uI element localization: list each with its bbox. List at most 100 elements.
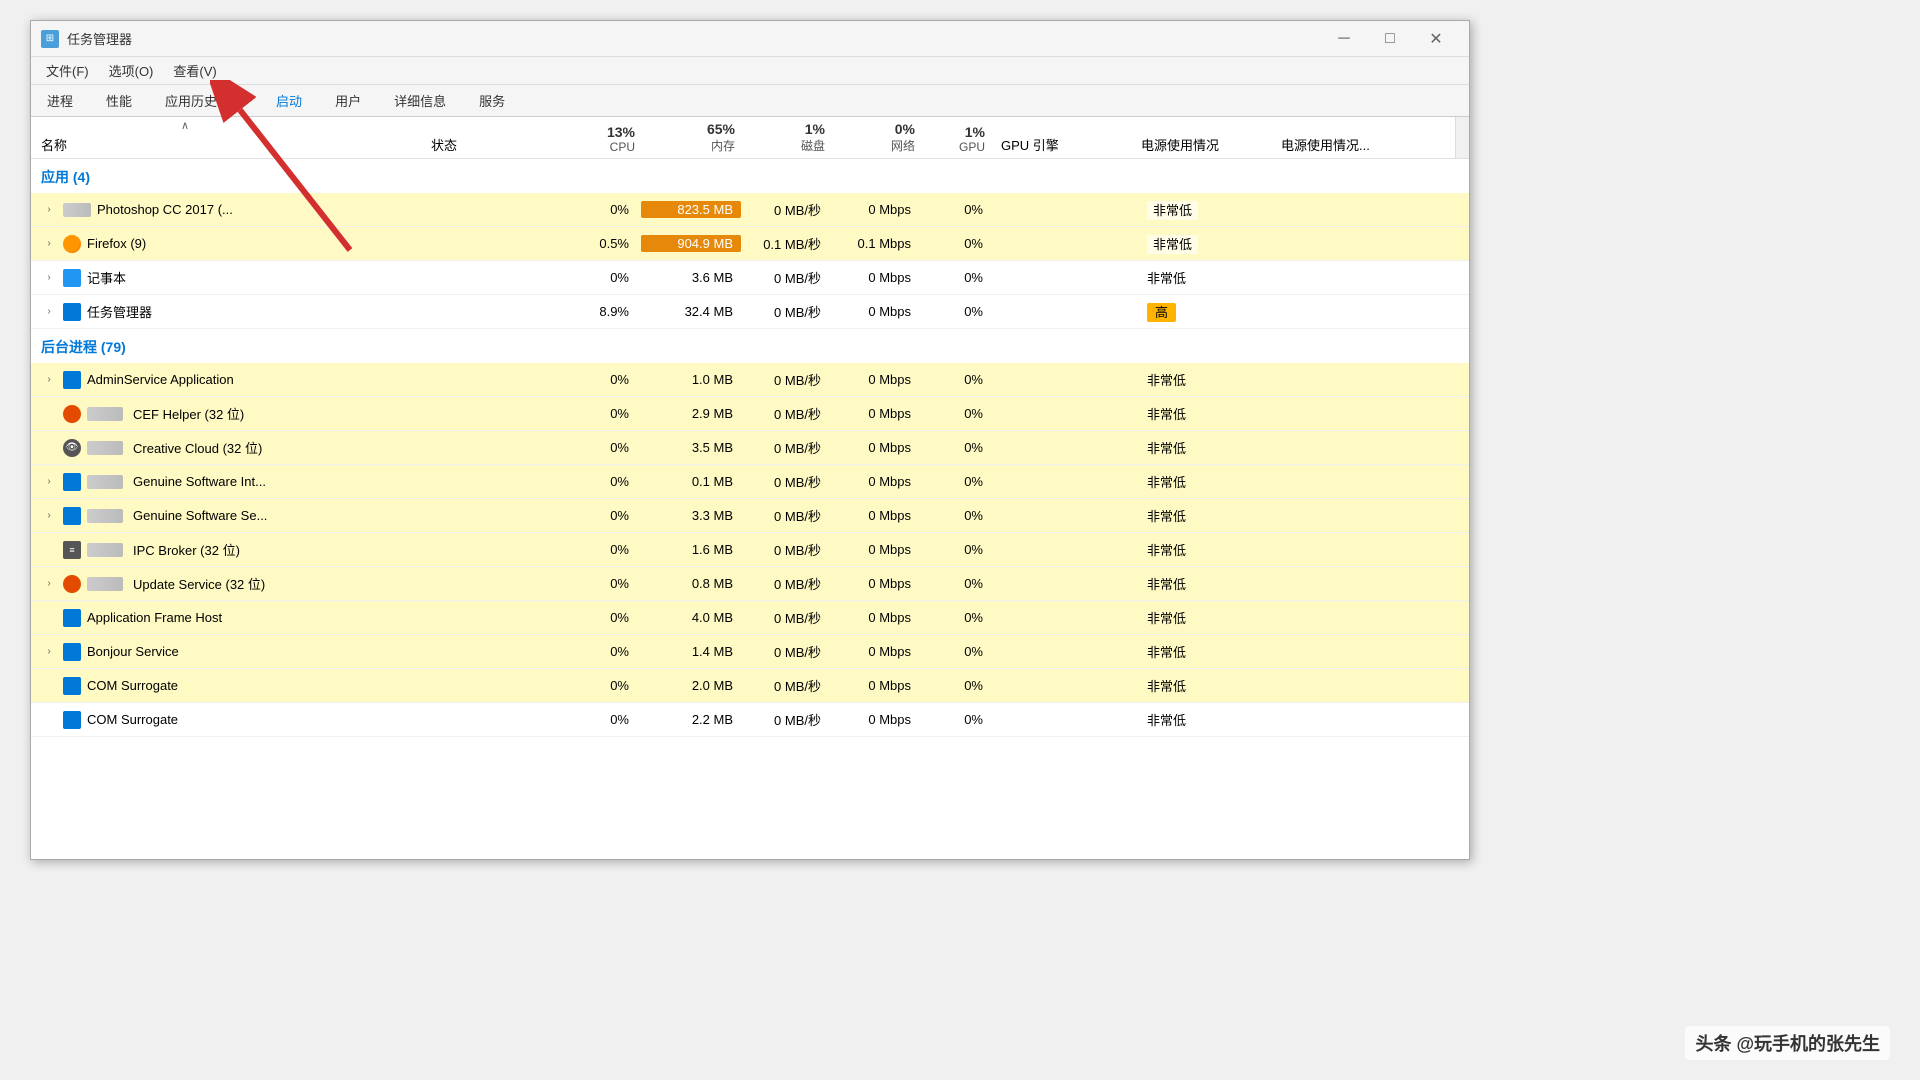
table-row[interactable]: › Photoshop CC 2017 (... 0% 823.5 MB 0 M… <box>31 193 1469 227</box>
row-disk: 0 MB/秒 <box>741 608 831 627</box>
expand-icon[interactable]: › <box>41 508 57 524</box>
table-row[interactable]: Application Frame Host 0% 4.0 MB 0 MB/秒 … <box>31 601 1469 635</box>
table-row[interactable]: › AdminService Application 0% 1.0 MB 0 M… <box>31 363 1469 397</box>
adobe-icon <box>63 405 81 423</box>
row-net: 0 Mbps <box>831 542 921 557</box>
row-gpu: 0% <box>921 236 991 251</box>
tab-performance[interactable]: 性能 <box>90 85 149 116</box>
menu-options[interactable]: 选项(O) <box>99 57 164 84</box>
row-power: 非常低 <box>1141 200 1281 219</box>
menu-view[interactable]: 查看(V) <box>163 57 226 84</box>
tab-app-history[interactable]: 应用历史记录 <box>149 85 260 116</box>
com-icon <box>63 677 81 695</box>
expand-icon[interactable]: › <box>41 270 57 286</box>
row-name-genuine1: › Genuine Software Int... <box>41 473 431 491</box>
row-cpu: 0% <box>551 202 641 217</box>
task-manager-window: ⊞ 任务管理器 ─ □ ✕ 文件(F) 选项(O) 查看(V) 进程 性能 应用… <box>30 20 1470 860</box>
row-mem: 2.9 MB <box>641 406 741 421</box>
row-power: 高 <box>1141 302 1281 321</box>
row-cpu: 0% <box>551 644 641 659</box>
table-row[interactable]: ≡ IPC Broker (32 位) 0% 1.6 MB 0 MB/秒 0 M… <box>31 533 1469 567</box>
row-disk: 0.1 MB/秒 <box>741 234 831 253</box>
menu-bar: 文件(F) 选项(O) 查看(V) <box>31 57 1469 85</box>
service-icon <box>63 473 81 491</box>
close-button[interactable]: ✕ <box>1413 21 1459 57</box>
header-mem[interactable]: 65% 内存 <box>641 121 741 154</box>
row-gpu: 0% <box>921 678 991 693</box>
service-icon <box>63 507 81 525</box>
update-icon <box>63 575 81 593</box>
row-disk: 0 MB/秒 <box>741 676 831 695</box>
blurred-text <box>87 543 123 557</box>
row-net: 0 Mbps <box>831 508 921 523</box>
table-row[interactable]: COM Surrogate 0% 2.2 MB 0 MB/秒 0 Mbps 0%… <box>31 703 1469 737</box>
row-power: 非常低 <box>1141 268 1281 287</box>
table-row[interactable]: 👁 Creative Cloud (32 位) 0% 3.5 MB 0 MB/秒… <box>31 431 1469 465</box>
maximize-button[interactable]: □ <box>1367 21 1413 57</box>
row-cpu: 0.5% <box>551 236 641 251</box>
row-disk: 0 MB/秒 <box>741 710 831 729</box>
table-row[interactable]: › 任务管理器 8.9% 32.4 MB 0 MB/秒 0 Mbps 0% 高 <box>31 295 1469 329</box>
row-net: 0 Mbps <box>831 712 921 727</box>
row-gpu: 0% <box>921 644 991 659</box>
header-net[interactable]: 0% 网络 <box>831 121 921 154</box>
header-status: 状态 <box>431 135 551 154</box>
row-disk: 0 MB/秒 <box>741 200 831 219</box>
table-row[interactable]: › Genuine Software Se... 0% 3.3 MB 0 MB/… <box>31 499 1469 533</box>
scrollbar-track[interactable] <box>1455 117 1469 158</box>
expand-icon[interactable]: › <box>41 304 57 320</box>
photoshop-icon <box>63 203 91 217</box>
tabs-bar: 进程 性能 应用历史记录 启动 用户 详细信息 服务 <box>31 85 1469 117</box>
tab-startup[interactable]: 启动 <box>260 85 319 116</box>
expand-icon[interactable]: › <box>41 474 57 490</box>
header-power2[interactable]: 电源使用情况... <box>1281 135 1401 154</box>
row-net: 0 Mbps <box>831 678 921 693</box>
expand-icon[interactable]: › <box>41 576 57 592</box>
row-net: 0 Mbps <box>831 474 921 489</box>
row-gpu: 0% <box>921 304 991 319</box>
row-power: 非常低 <box>1141 472 1281 491</box>
menu-file[interactable]: 文件(F) <box>36 57 99 84</box>
header-gpu[interactable]: 1% GPU <box>921 124 991 154</box>
header-gpu-engine[interactable]: GPU 引擎 <box>991 135 1141 154</box>
row-net: 0 Mbps <box>831 406 921 421</box>
row-net: 0 Mbps <box>831 372 921 387</box>
blurred-text <box>87 577 123 591</box>
row-cpu: 0% <box>551 270 641 285</box>
bonjour-icon <box>63 643 81 661</box>
tab-processes[interactable]: 进程 <box>31 85 90 116</box>
row-power: 非常低 <box>1141 234 1281 253</box>
row-power: 非常低 <box>1141 438 1281 457</box>
expand-icon[interactable]: › <box>41 644 57 660</box>
table-row[interactable]: CEF Helper (32 位) 0% 2.9 MB 0 MB/秒 0 Mbp… <box>31 397 1469 431</box>
row-power: 非常低 <box>1141 574 1281 593</box>
table-row[interactable]: › Genuine Software Int... 0% 0.1 MB 0 MB… <box>31 465 1469 499</box>
blurred-text <box>87 509 123 523</box>
row-name-firefox: › Firefox (9) <box>41 235 431 253</box>
firefox-icon <box>63 235 81 253</box>
table-row[interactable]: › Firefox (9) 0.5% 904.9 MB 0.1 MB/秒 0.1… <box>31 227 1469 261</box>
row-name-cef: CEF Helper (32 位) <box>41 404 431 423</box>
header-power[interactable]: 电源使用情况 <box>1141 135 1281 154</box>
header-cpu[interactable]: 13% CPU <box>551 124 641 154</box>
doc-icon: ≡ <box>63 541 81 559</box>
header-disk[interactable]: 1% 磁盘 <box>741 121 831 154</box>
tab-details[interactable]: 详细信息 <box>378 85 463 116</box>
table-row[interactable]: COM Surrogate 0% 2.0 MB 0 MB/秒 0 Mbps 0%… <box>31 669 1469 703</box>
tab-services[interactable]: 服务 <box>463 85 522 116</box>
table-row[interactable]: › 记事本 0% 3.6 MB 0 MB/秒 0 Mbps 0% 非常低 <box>31 261 1469 295</box>
expand-icon[interactable]: › <box>41 202 57 218</box>
expand-icon[interactable]: › <box>41 236 57 252</box>
expand-icon[interactable]: › <box>41 372 57 388</box>
minimize-button[interactable]: ─ <box>1321 21 1367 57</box>
row-power: 非常低 <box>1141 642 1281 661</box>
header-name[interactable]: 名称 <box>41 135 431 154</box>
blurred-text <box>87 407 123 421</box>
row-name-com2: COM Surrogate <box>41 711 431 729</box>
table-row[interactable]: › Bonjour Service 0% 1.4 MB 0 MB/秒 0 Mbp… <box>31 635 1469 669</box>
tab-users[interactable]: 用户 <box>319 85 378 116</box>
table-row[interactable]: › Update Service (32 位) 0% 0.8 MB 0 MB/秒… <box>31 567 1469 601</box>
content-area: ∧ 名称 状态 13% CPU 65% 内存 1% 磁盘 0% 网络 <box>31 117 1469 859</box>
row-net: 0.1 Mbps <box>831 236 921 251</box>
row-power: 非常低 <box>1141 676 1281 695</box>
